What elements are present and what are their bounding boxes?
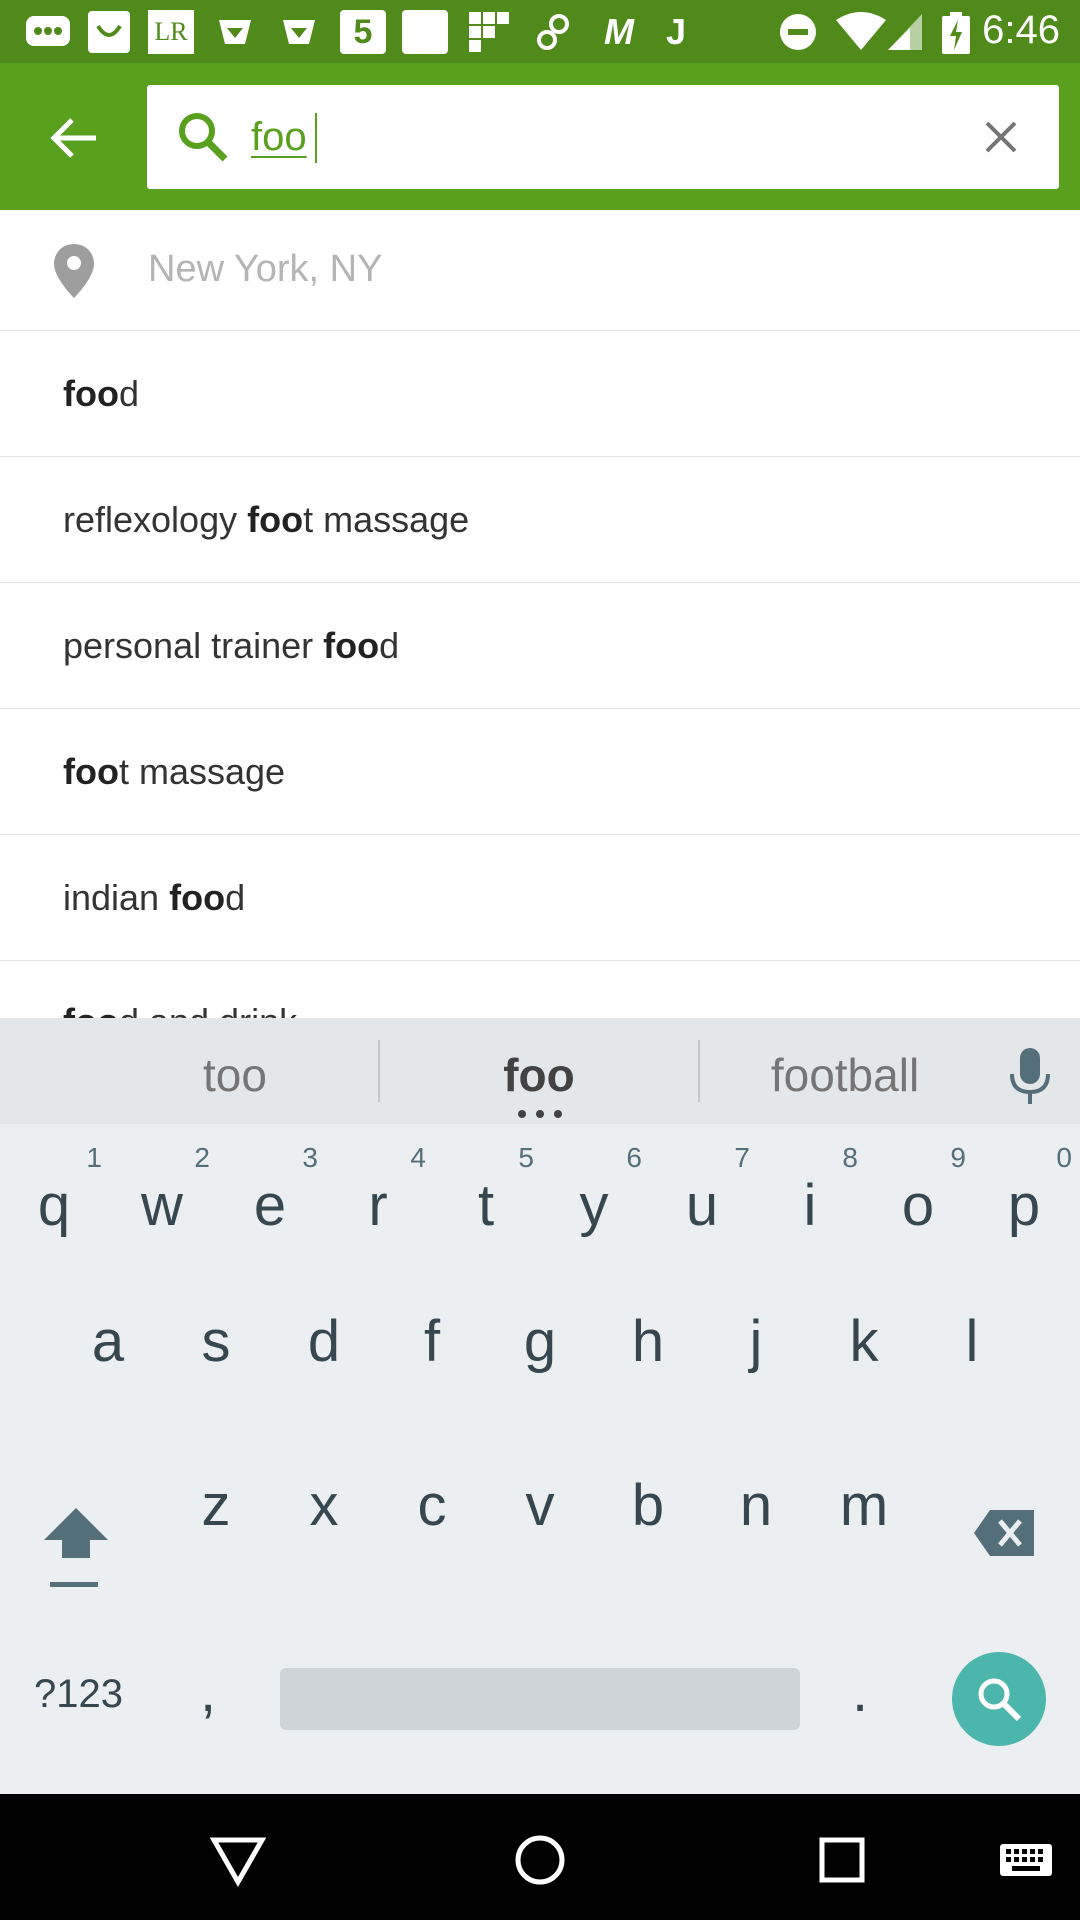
key-t[interactable]: t5 <box>436 1142 536 1272</box>
key-d[interactable]: d <box>274 1284 374 1414</box>
keyboard-search-key[interactable] <box>952 1652 1046 1746</box>
key-z[interactable]: z <box>166 1448 266 1578</box>
status-bar: LR 5 M J 6:46 <box>0 0 1080 63</box>
key-l[interactable]: l <box>922 1284 1022 1414</box>
key-e[interactable]: e3 <box>220 1142 320 1272</box>
battery-icon <box>942 12 970 54</box>
j-icon-label: J <box>665 11 687 52</box>
link-icon <box>530 10 576 54</box>
suggestion-item[interactable]: personal trainer food <box>0 583 1080 709</box>
key-j[interactable]: j <box>706 1284 806 1414</box>
back-button[interactable] <box>34 103 114 173</box>
text-cursor <box>315 113 317 163</box>
lr-icon-label: LR <box>154 17 188 46</box>
key-o[interactable]: o9 <box>868 1142 968 1272</box>
keyboard: too foo football q1 w2 e3 r4 t5 y6 u7 i8… <box>0 1018 1080 1794</box>
search-box[interactable] <box>147 85 1059 189</box>
search-icon <box>978 1678 1022 1722</box>
suggestion-text: indian food <box>63 877 246 918</box>
search-input[interactable] <box>251 107 891 167</box>
symbols-key[interactable]: ?123 <box>34 1672 123 1717</box>
grid-icon <box>466 10 512 54</box>
back-nav-icon[interactable] <box>208 1830 268 1890</box>
do-not-disturb-icon <box>778 12 818 52</box>
keyboard-suggestion-strip: too foo football <box>0 1018 1080 1124</box>
location-pin-icon <box>54 244 94 298</box>
keyboard-suggestion[interactable]: too <box>170 1048 300 1102</box>
key-r[interactable]: r4 <box>328 1142 428 1272</box>
key-g[interactable]: g <box>490 1284 590 1414</box>
key-b[interactable]: b <box>598 1448 698 1578</box>
comma-key[interactable]: , <box>200 1658 216 1725</box>
backspace-key[interactable] <box>972 1508 1036 1558</box>
search-icon <box>179 113 228 162</box>
lr-icon: LR <box>148 10 194 54</box>
keyboard-switch-icon[interactable] <box>998 1830 1054 1890</box>
key-x[interactable]: x <box>274 1448 374 1578</box>
clear-icon[interactable] <box>977 113 1025 161</box>
folder-icon <box>212 10 258 54</box>
app-bar <box>0 63 1080 210</box>
suggestion-item[interactable]: indian food <box>0 835 1080 961</box>
j-icon: J <box>658 10 694 54</box>
5-icon-label: 5 <box>353 12 373 51</box>
microphone-icon[interactable] <box>1008 1046 1052 1106</box>
key-c[interactable]: c <box>382 1448 482 1578</box>
space-key[interactable] <box>280 1668 800 1730</box>
home-nav-icon[interactable] <box>510 1830 570 1890</box>
signal-icon <box>886 12 926 52</box>
key-p[interactable]: p0 <box>974 1142 1074 1272</box>
shift-arrow-icon <box>44 1508 108 1587</box>
key-v[interactable]: v <box>490 1448 590 1578</box>
key-n[interactable]: n <box>706 1448 806 1578</box>
messages-icon <box>22 10 74 54</box>
location-placeholder: New York, NY <box>148 248 383 290</box>
folder-icon <box>276 10 322 54</box>
5-icon: 5 <box>340 10 386 54</box>
suggestion-list: food reflexology foot massage personal t… <box>0 331 1080 1021</box>
back-arrow-icon <box>50 118 96 158</box>
keyboard-suggestion-primary[interactable]: foo <box>474 1048 604 1102</box>
key-f[interactable]: f <box>382 1284 482 1414</box>
m-icon: M <box>594 10 644 54</box>
m-icon-label: M <box>604 11 634 52</box>
square-icon <box>402 10 448 54</box>
suggestion-item[interactable]: food and drink <box>0 961 1080 1021</box>
strip-divider <box>698 1040 700 1102</box>
backspace-icon <box>974 1510 1034 1556</box>
suggestion-text: reflexology foot massage <box>63 499 470 540</box>
key-q[interactable]: q1 <box>4 1142 104 1272</box>
more-suggestions-icon[interactable] <box>518 1110 562 1118</box>
key-y[interactable]: y6 <box>544 1142 644 1272</box>
smile-icon <box>86 10 132 54</box>
period-key[interactable]: . <box>852 1658 868 1725</box>
navigation-bar <box>0 1794 1080 1920</box>
key-a[interactable]: a <box>58 1284 158 1414</box>
recents-nav-icon[interactable] <box>812 1830 872 1890</box>
key-s[interactable]: s <box>166 1284 266 1414</box>
suggestion-item[interactable]: foot massage <box>0 709 1080 835</box>
suggestion-text: foot massage <box>63 751 286 792</box>
key-i[interactable]: i8 <box>760 1142 860 1272</box>
clock: 6:46 <box>982 8 1060 52</box>
keyboard-suggestion[interactable]: football <box>740 1048 950 1102</box>
location-field[interactable]: New York, NY <box>0 210 1080 331</box>
suggestion-item[interactable]: reflexology foot massage <box>0 457 1080 583</box>
suggestion-text: food <box>63 373 139 414</box>
key-h[interactable]: h <box>598 1284 698 1414</box>
suggestion-text: personal trainer food <box>63 625 400 666</box>
strip-divider <box>378 1040 380 1102</box>
key-w[interactable]: w2 <box>112 1142 212 1272</box>
key-m[interactable]: m <box>814 1448 914 1578</box>
key-u[interactable]: u7 <box>652 1142 752 1272</box>
suggestion-item[interactable]: food <box>0 331 1080 457</box>
key-k[interactable]: k <box>814 1284 914 1414</box>
wifi-icon <box>834 12 888 52</box>
shift-key[interactable] <box>40 1504 112 1590</box>
